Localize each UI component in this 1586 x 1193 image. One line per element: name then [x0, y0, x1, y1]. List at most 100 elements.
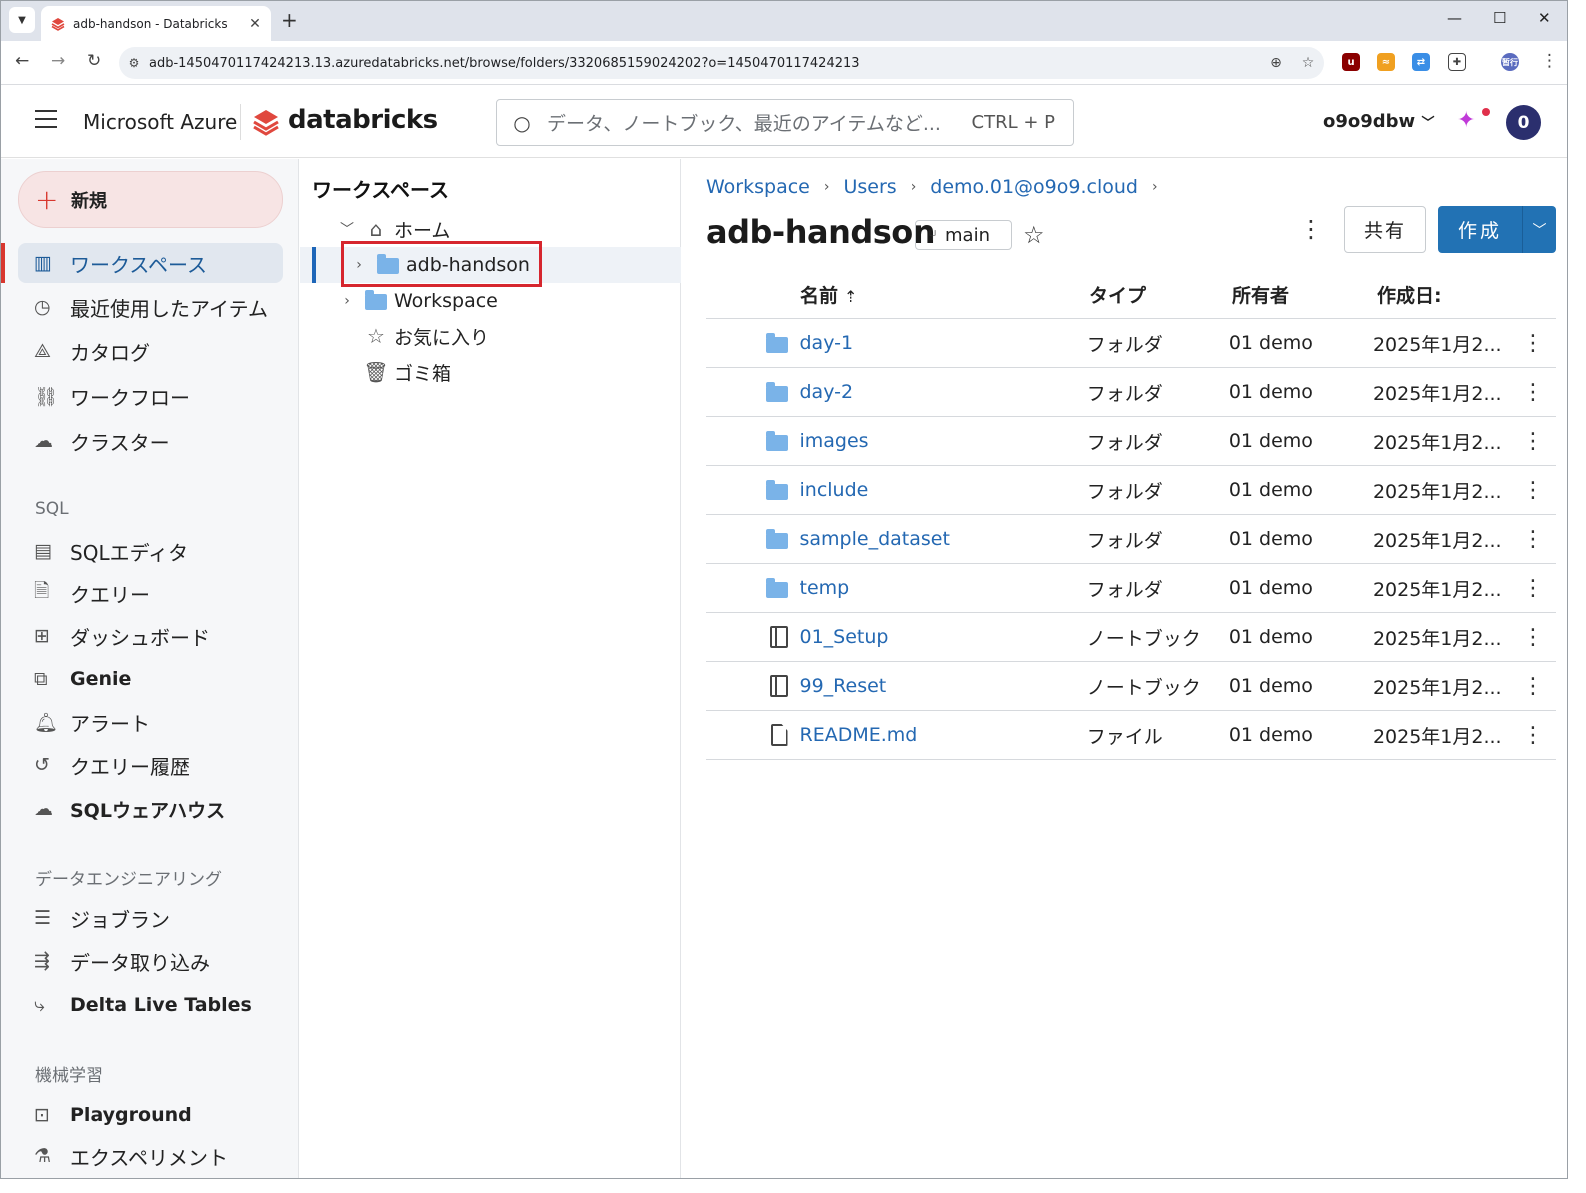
sidebar: + 新規 ▥ ワークスペース ◷ 最近使用したアイテム ⟁ カタログ ⛓ ワーク…: [1, 159, 299, 1178]
item-name-link[interactable]: day-2: [800, 381, 1087, 403]
sidebar-item-recents[interactable]: ◷ 最近使用したアイテム: [18, 287, 283, 327]
row-menu-icon[interactable]: ⋮: [1522, 429, 1556, 454]
row-menu-icon[interactable]: ⋮: [1522, 625, 1556, 650]
table-row[interactable]: temp フォルダ 01 demo 2025年1月2... ⋮: [706, 564, 1556, 613]
url-bar[interactable]: ⚙ adb-1450470117424213.13.azuredatabrick…: [119, 47, 1324, 79]
sidebar-item-dashboards[interactable]: ⊞ ダッシュボード: [18, 616, 283, 656]
row-menu-icon[interactable]: ⋮: [1522, 723, 1556, 748]
clock-icon: ◷: [34, 296, 51, 318]
table-row[interactable]: 99_Reset ノートブック 01 demo 2025年1月2... ⋮: [706, 662, 1556, 711]
item-name-link[interactable]: 99_Reset: [800, 675, 1087, 697]
table-row[interactable]: 01_Setup ノートブック 01 demo 2025年1月2... ⋮: [706, 613, 1556, 662]
breadcrumb-users[interactable]: Users: [843, 176, 896, 198]
item-name-link[interactable]: sample_dataset: [800, 528, 1087, 550]
hamburger-menu-icon[interactable]: [35, 110, 57, 128]
table-row[interactable]: sample_dataset フォルダ 01 demo 2025年1月2... …: [706, 515, 1556, 564]
share-button[interactable]: 共有: [1344, 206, 1426, 253]
table-row[interactable]: day-2 フォルダ 01 demo 2025年1月2... ⋮: [706, 368, 1556, 417]
chevron-down-icon[interactable]: ﹀: [336, 219, 358, 239]
tree-row-favorites[interactable]: ☆ お気に入り: [300, 318, 681, 354]
sidebar-item-job-runs[interactable]: ☰ ジョブラン: [18, 898, 283, 938]
sidebar-item-catalog[interactable]: ⟁ カタログ: [18, 331, 283, 371]
item-owner: 01 demo: [1228, 479, 1313, 501]
column-created[interactable]: 作成日:: [1377, 281, 1527, 308]
create-button[interactable]: 作成 ﹀: [1438, 206, 1556, 253]
item-name-link[interactable]: 01_Setup: [800, 626, 1087, 648]
user-avatar[interactable]: 0: [1506, 105, 1541, 140]
sidebar-item-queries[interactable]: 🗎 クエリー: [18, 573, 283, 613]
sidebar-item-playground[interactable]: ⊡ Playground: [18, 1095, 283, 1135]
site-info-icon[interactable]: ⚙: [119, 56, 149, 70]
sidebar-item-sql-editor[interactable]: ▤ SQLエディタ: [18, 531, 283, 571]
browser-tab[interactable]: adb-handson - Databricks ✕: [41, 6, 271, 41]
item-type: フォルダ: [1086, 382, 1163, 405]
sidebar-item-clusters[interactable]: ☁ クラスター: [18, 421, 283, 461]
row-menu-icon[interactable]: ⋮: [1522, 331, 1556, 356]
breadcrumb: Workspace › Users › demo.01@o9o9.cloud ›: [706, 176, 1172, 198]
new-tab-icon[interactable]: +: [281, 8, 298, 32]
sidebar-item-experiments[interactable]: ⚗ エクスペリメント: [18, 1136, 283, 1176]
git-branch-button[interactable]: ⑂ main: [915, 220, 1012, 250]
sidebar-item-data-ingestion[interactable]: ⇶ データ取り込み: [18, 941, 283, 981]
branch-name: main: [945, 224, 990, 246]
sidebar-item-sql-warehouses[interactable]: ☁ SQLウェアハウス: [18, 789, 283, 829]
table-row[interactable]: README.md ファイル 01 demo 2025年1月2... ⋮: [706, 711, 1556, 760]
global-search-input[interactable]: ○ データ、ノートブック、最近のアイテムなど... CTRL + P: [496, 99, 1074, 146]
zoom-icon[interactable]: ⊕: [1260, 55, 1292, 71]
more-options-icon[interactable]: ⋮: [1299, 215, 1323, 243]
extensions-puzzle-icon[interactable]: ✚: [1448, 53, 1466, 71]
breadcrumb-user-folder[interactable]: demo.01@o9o9.cloud: [930, 176, 1138, 198]
row-menu-icon[interactable]: ⋮: [1522, 576, 1556, 601]
table-row[interactable]: day-1 フォルダ 01 demo 2025年1月2... ⋮: [706, 319, 1556, 368]
translate-extension-icon[interactable]: ⇄: [1412, 53, 1430, 71]
history-icon: ↺: [34, 754, 50, 776]
forward-icon[interactable]: →: [51, 51, 65, 71]
row-menu-icon[interactable]: ⋮: [1522, 674, 1556, 699]
sort-ascending-icon[interactable]: ⇡: [844, 287, 857, 306]
sidebar-item-query-history[interactable]: ↺ クエリー履歴: [18, 745, 283, 785]
new-button[interactable]: + 新規: [18, 171, 283, 228]
folder-icon: [706, 578, 800, 598]
profile-avatar[interactable]: 暂行: [1501, 53, 1519, 71]
tab-search-button[interactable]: ▼: [9, 7, 35, 33]
maximize-icon[interactable]: ☐: [1493, 9, 1506, 27]
column-owner[interactable]: 所有者: [1232, 281, 1377, 308]
notification-dot: [1482, 108, 1490, 116]
table-row[interactable]: include フォルダ 01 demo 2025年1月2... ⋮: [706, 466, 1556, 515]
row-menu-icon[interactable]: ⋮: [1522, 478, 1556, 503]
sidebar-item-alerts[interactable]: 🔔︎ アラート: [18, 702, 283, 742]
tree-row-trash[interactable]: 🗑︎ ゴミ箱: [300, 354, 681, 390]
sidebar-item-label: Delta Live Tables: [70, 994, 252, 1016]
tab-close-icon[interactable]: ✕: [245, 16, 265, 32]
window-close-icon[interactable]: ✕: [1538, 9, 1551, 27]
column-type[interactable]: タイプ: [1089, 281, 1232, 308]
browser-menu-icon[interactable]: ⋮: [1541, 51, 1558, 71]
sidebar-item-genie[interactable]: ⧉ Genie: [18, 659, 283, 699]
item-name-link[interactable]: temp: [800, 577, 1087, 599]
ublock-extension-icon[interactable]: u: [1342, 53, 1360, 71]
row-menu-icon[interactable]: ⋮: [1522, 380, 1556, 405]
workspace-switcher[interactable]: o9o9dbw ﹀: [1323, 111, 1434, 132]
sidebar-item-workflows[interactable]: ⛓ ワークフロー: [18, 376, 283, 416]
assistant-sparkle-icon[interactable]: ✦: [1457, 108, 1475, 133]
reload-icon[interactable]: ↻: [87, 51, 101, 71]
item-name-link[interactable]: README.md: [800, 724, 1087, 746]
minimize-icon[interactable]: —: [1447, 9, 1462, 27]
item-name-link[interactable]: day-1: [800, 332, 1087, 354]
breadcrumb-workspace[interactable]: Workspace: [706, 176, 810, 198]
extension-icon[interactable]: ≈: [1377, 53, 1395, 71]
item-name-link[interactable]: include: [800, 479, 1087, 501]
file-table: 名前 ⇡ タイプ 所有者 作成日: day-1 フォルダ 01 demo 2025…: [706, 271, 1556, 760]
table-row[interactable]: images フォルダ 01 demo 2025年1月2... ⋮: [706, 417, 1556, 466]
column-name[interactable]: 名前 ⇡: [800, 281, 1089, 308]
bookmark-star-icon[interactable]: ☆: [1292, 55, 1324, 71]
favorite-star-icon[interactable]: ☆: [1023, 221, 1045, 249]
sidebar-item-workspace[interactable]: ▥ ワークスペース: [18, 243, 283, 283]
item-name-link[interactable]: images: [800, 430, 1087, 452]
row-menu-icon[interactable]: ⋮: [1522, 527, 1556, 552]
back-icon[interactable]: ←: [15, 51, 29, 71]
chevron-right-icon[interactable]: ›: [336, 293, 358, 309]
chevron-down-icon[interactable]: ﹀: [1523, 220, 1556, 240]
tree-row-workspace[interactable]: › Workspace: [300, 283, 681, 319]
sidebar-item-delta-live-tables[interactable]: ⤷ Delta Live Tables: [18, 985, 283, 1025]
